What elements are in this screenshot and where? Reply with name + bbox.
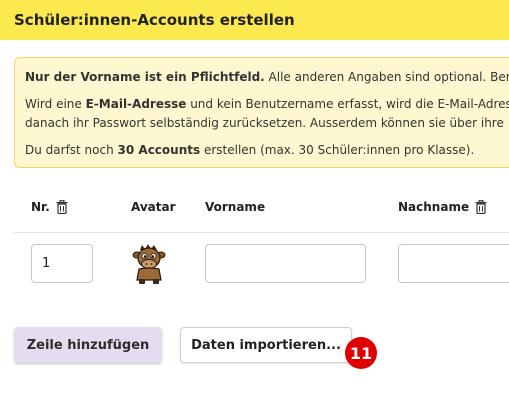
info-email-line: Wird eine E-Mail-Adresse und kein Benutz…: [25, 97, 509, 111]
horse-avatar-icon[interactable]: [130, 242, 168, 286]
info-required-line: Nur der Vorname ist ein Pflichtfeld. All…: [25, 70, 509, 84]
import-data-button[interactable]: Daten importieren...: [180, 327, 352, 363]
nr-input[interactable]: 1: [31, 244, 93, 283]
column-header-nr: Nr.: [31, 200, 68, 214]
page-title: Schüler:innen-Accounts erstellen: [14, 11, 295, 29]
info-box: Nur der Vorname ist ein Pflichtfeld. All…: [14, 57, 509, 168]
annotation-badge: 11: [345, 337, 377, 369]
column-header-vorname: Vorname: [205, 200, 266, 214]
column-header-avatar: Avatar: [131, 200, 176, 214]
table-divider: [14, 232, 509, 233]
trash-icon[interactable]: [475, 200, 487, 214]
add-row-button[interactable]: Zeile hinzufügen: [14, 327, 162, 363]
info-quota-line: Du darfst noch 30 Accounts erstellen (ma…: [25, 143, 475, 157]
info-password-line: danach ihr Passwort selbständig zurückse…: [25, 116, 504, 130]
page-header: Schüler:innen-Accounts erstellen: [0, 0, 509, 40]
column-header-nachname: Nachname: [398, 200, 487, 214]
nachname-input[interactable]: [398, 244, 509, 283]
trash-icon[interactable]: [56, 200, 68, 214]
vorname-input[interactable]: [205, 244, 366, 283]
